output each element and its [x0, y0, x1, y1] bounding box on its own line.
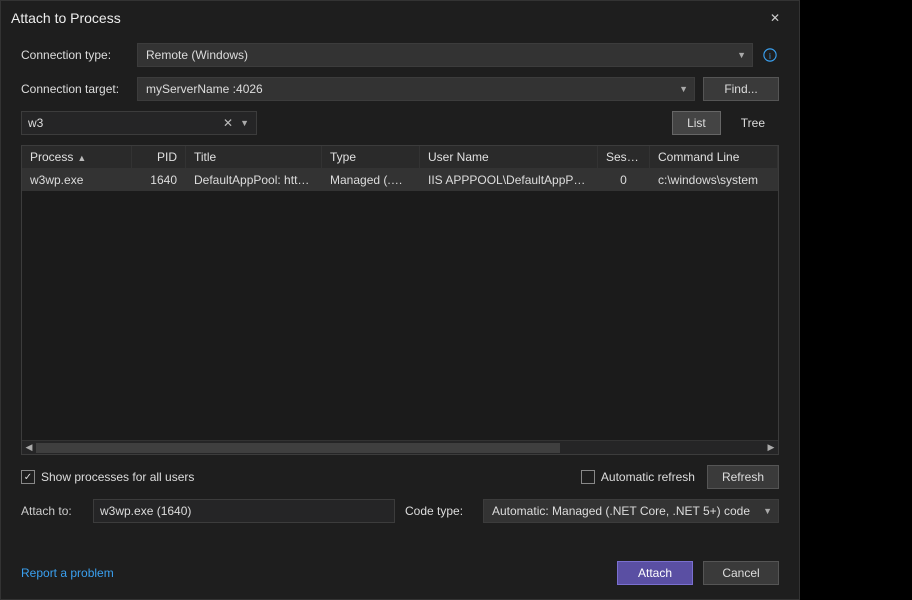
cell-cmd: c:\windows\system [650, 169, 778, 191]
chevron-down-icon: ▼ [679, 84, 688, 94]
info-icon[interactable]: i [761, 46, 779, 64]
connection-target-label: Connection target: [21, 82, 129, 96]
report-problem-link[interactable]: Report a problem [21, 566, 114, 580]
close-icon: ✕ [223, 116, 233, 130]
code-type-label: Code type: [405, 504, 473, 518]
cell-title: DefaultAppPool: http:... [186, 169, 322, 191]
auto-refresh-check[interactable]: Automatic refresh [581, 470, 695, 484]
cell-process: w3wp.exe [22, 169, 132, 191]
code-type-combo[interactable]: Automatic: Managed (.NET Core, .NET 5+) … [483, 499, 779, 523]
cell-user: IIS APPPOOL\DefaultAppPool [420, 169, 598, 191]
attach-to-row: Attach to: w3wp.exe (1640) Code type: Au… [21, 499, 779, 523]
svg-text:i: i [769, 51, 772, 61]
dialog-footer: Report a problem Attach Cancel [21, 561, 779, 585]
checkbox-icon [21, 470, 35, 484]
dialog-content: Connection type: Remote (Windows) ▼ i Co… [1, 35, 799, 599]
filter-toolbar: ✕ ▼ List Tree [21, 111, 779, 135]
col-header-session[interactable]: Session [598, 146, 650, 168]
connection-type-combo[interactable]: Remote (Windows) ▼ [137, 43, 753, 67]
viewmode-list[interactable]: List [672, 111, 721, 135]
col-header-type[interactable]: Type [322, 146, 420, 168]
attach-to-value[interactable]: w3wp.exe (1640) [93, 499, 395, 523]
chevron-down-icon: ▼ [737, 50, 746, 60]
connection-target-value: myServerName :4026 [146, 82, 263, 96]
refresh-cluster: Automatic refresh Refresh [581, 465, 779, 489]
process-table: Process▲ PID Title Type User Name Sessio… [21, 145, 779, 455]
close-icon: ✕ [770, 11, 780, 25]
connection-target-combo[interactable]: myServerName :4026 ▼ [137, 77, 695, 101]
col-header-pid[interactable]: PID [132, 146, 186, 168]
table-header: Process▲ PID Title Type User Name Sessio… [22, 146, 778, 169]
horizontal-scrollbar[interactable]: ◀ ▶ [22, 440, 778, 454]
table-row[interactable]: w3wp.exe 1640 DefaultAppPool: http:... M… [22, 169, 778, 191]
refresh-button[interactable]: Refresh [707, 465, 779, 489]
dialog-title: Attach to Process [11, 10, 121, 26]
search-history-dropdown[interactable]: ▼ [237, 118, 252, 128]
sort-indicator-icon: ▲ [77, 153, 86, 163]
scroll-right-icon: ▶ [764, 442, 778, 453]
attach-to-process-dialog: Attach to Process ✕ Connection type: Rem… [0, 0, 800, 600]
connection-target-row: Connection target: myServerName :4026 ▼ … [21, 77, 779, 101]
footer-buttons: Attach Cancel [617, 561, 779, 585]
scroll-track [36, 443, 764, 453]
options-row: Show processes for all users Automatic r… [21, 465, 779, 489]
cell-session: 0 [598, 169, 650, 191]
show-all-users-label: Show processes for all users [41, 470, 194, 484]
process-search-box[interactable]: ✕ ▼ [21, 111, 257, 135]
show-all-users-check[interactable]: Show processes for all users [21, 470, 194, 484]
connection-type-row: Connection type: Remote (Windows) ▼ i [21, 43, 779, 67]
col-header-user[interactable]: User Name [420, 146, 598, 168]
cell-pid: 1640 [132, 169, 186, 191]
scroll-thumb[interactable] [36, 443, 560, 453]
cell-type: Managed (.NE... [322, 169, 420, 191]
attach-button[interactable]: Attach [617, 561, 693, 585]
col-header-cmd[interactable]: Command Line [650, 146, 778, 168]
connection-type-value: Remote (Windows) [146, 48, 248, 62]
process-search-input[interactable] [28, 116, 219, 130]
chevron-down-icon: ▼ [763, 506, 772, 516]
cancel-button[interactable]: Cancel [703, 561, 779, 585]
auto-refresh-label: Automatic refresh [601, 470, 695, 484]
view-mode-switch: List Tree [672, 111, 779, 135]
col-header-process[interactable]: Process▲ [22, 146, 132, 168]
titlebar: Attach to Process ✕ [1, 1, 799, 35]
viewmode-tree[interactable]: Tree [727, 111, 779, 135]
close-button[interactable]: ✕ [761, 7, 789, 29]
table-body: w3wp.exe 1640 DefaultAppPool: http:... M… [22, 169, 778, 440]
find-button[interactable]: Find... [703, 77, 779, 101]
scroll-left-icon: ◀ [22, 442, 36, 453]
attach-to-label: Attach to: [21, 504, 83, 518]
code-type-value: Automatic: Managed (.NET Core, .NET 5+) … [492, 504, 750, 518]
checkbox-icon [581, 470, 595, 484]
col-header-title[interactable]: Title [186, 146, 322, 168]
clear-search-button[interactable]: ✕ [219, 116, 237, 130]
connection-type-label: Connection type: [21, 48, 129, 62]
